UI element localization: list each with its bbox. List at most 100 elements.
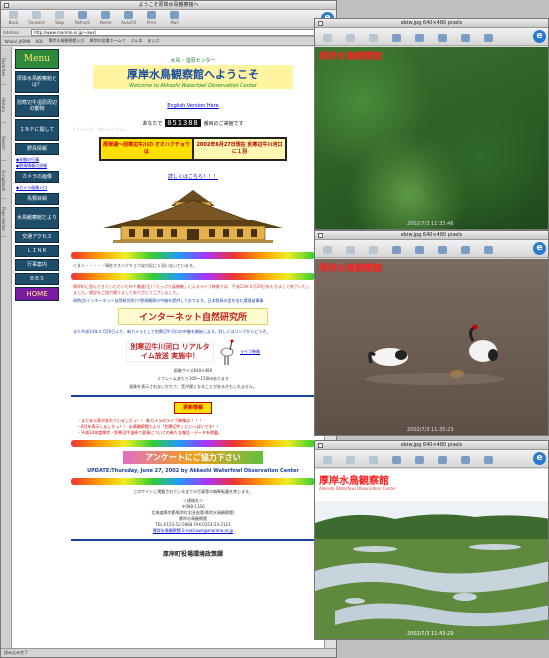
mail-button[interactable] bbox=[478, 456, 499, 465]
favorite-item[interactable]: 厚岸水鳥観察館入口 bbox=[48, 38, 84, 44]
favorite-item[interactable]: 厚岸町役場ホームペ bbox=[89, 38, 125, 44]
nav-events[interactable]: 行事案内 bbox=[15, 259, 59, 271]
close-button[interactable] bbox=[318, 21, 323, 26]
stop-icon bbox=[369, 34, 378, 42]
nav-ibp[interactable]: ＩＢＰに関して bbox=[15, 119, 59, 141]
nav-about[interactable]: 厚岸水鳥観察館とは？ bbox=[15, 71, 59, 93]
favorite-item[interactable]: AOL bbox=[35, 39, 43, 44]
survey-banner[interactable]: アンケートにご協力下さい bbox=[123, 451, 263, 464]
rainbow-divider bbox=[71, 252, 315, 259]
stop-button[interactable] bbox=[363, 456, 384, 465]
nav-access[interactable]: 交通アクセス bbox=[15, 231, 59, 243]
contact-email-link[interactable]: 厚岸水鳥観察館 E-mail:aws@marimo.or.jp bbox=[63, 528, 323, 534]
autofill-icon bbox=[438, 34, 447, 42]
home-button[interactable]: Home bbox=[95, 11, 116, 25]
back-arrow-icon bbox=[323, 246, 332, 254]
nav-bird-list[interactable]: 鳥類目録 bbox=[15, 193, 59, 205]
mail-button[interactable]: Mail bbox=[164, 11, 185, 25]
close-button[interactable] bbox=[4, 3, 9, 8]
nav-home[interactable]: HOME bbox=[15, 287, 59, 301]
forward-arrow-icon bbox=[346, 456, 355, 464]
refresh-button[interactable] bbox=[386, 246, 407, 255]
divider bbox=[71, 539, 315, 541]
nav-link[interactable]: ＬＩＮＫ bbox=[15, 245, 59, 257]
print-button[interactable]: Print bbox=[141, 11, 162, 25]
forward-button[interactable] bbox=[340, 246, 361, 255]
home-button[interactable] bbox=[409, 34, 430, 43]
live-video-link[interactable]: ライブ映像 bbox=[240, 349, 260, 355]
forward-button[interactable]: Forward bbox=[26, 11, 47, 25]
address-input[interactable]: http://www.marimo.or.jp/~aws/ bbox=[31, 28, 334, 36]
camera-timestamp: 2002/7/3 11:43:29 bbox=[407, 631, 454, 637]
back-button[interactable]: Back bbox=[3, 11, 24, 25]
nav-bbs[interactable]: ＢＢＳ bbox=[15, 273, 59, 285]
favorite-item[interactable]: ぶん本 bbox=[130, 38, 142, 44]
forward-button[interactable] bbox=[340, 34, 361, 43]
close-button[interactable] bbox=[318, 443, 323, 448]
page-content: Favorites History Search Scrapbook Page … bbox=[1, 47, 336, 650]
print-button[interactable] bbox=[455, 34, 476, 43]
status-marquee: ＜ｂ＞・・・・・現在オオハクチョウは付近に１羽いないています。 bbox=[73, 263, 197, 268]
side-tab-page-holder[interactable]: Page Holder bbox=[1, 199, 6, 237]
nature-lab-banner[interactable]: インターネット自然研究所 bbox=[118, 308, 268, 325]
stop-button[interactable] bbox=[363, 246, 384, 255]
mail-icon bbox=[484, 246, 493, 254]
main-column: Akkeshi Waterfowl 水鳥・湿原センター 厚岸水鳥観察館へようこそ… bbox=[63, 47, 323, 650]
mail-button[interactable] bbox=[478, 246, 499, 255]
autofill-button[interactable] bbox=[432, 456, 453, 465]
info-left: 厚岸湖～別寒辺牛川の オオハクチョウは bbox=[103, 142, 190, 155]
back-button[interactable] bbox=[317, 34, 338, 43]
nav-bird-info[interactable]: 野鳥情報 bbox=[15, 143, 59, 155]
favorite-item[interactable]: Yahoo! JAPAN bbox=[4, 39, 30, 44]
camera-image-cranes: 厚岸水鳥観察館 2002/7/3 11:35:23 bbox=[315, 259, 548, 435]
autofill-button[interactable] bbox=[432, 34, 453, 43]
stop-button[interactable] bbox=[363, 34, 384, 43]
home-icon bbox=[415, 456, 424, 464]
nav-sublinks: ◆カメラ画像入口 bbox=[16, 185, 58, 191]
home-button[interactable] bbox=[409, 246, 430, 255]
refresh-button[interactable]: Refresh bbox=[72, 11, 93, 25]
main-toolbar: Back Forward Stop Refresh Home AutoFill … bbox=[1, 10, 336, 28]
nav-sublink[interactable]: ◆カメラ画像入口 bbox=[16, 185, 58, 191]
print-button[interactable] bbox=[455, 246, 476, 255]
nav-menu-header: Menu bbox=[15, 49, 59, 69]
english-version-link[interactable]: English Version Here bbox=[167, 103, 218, 109]
stop-button[interactable]: Stop bbox=[49, 11, 70, 25]
autofill-button[interactable] bbox=[432, 246, 453, 255]
stop-icon bbox=[55, 11, 64, 19]
camera-title-bar: ebiw.jpg 640×480 pixels bbox=[315, 231, 548, 240]
side-tab-history[interactable]: History bbox=[1, 85, 6, 123]
nav-sublink[interactable]: ◆野鳥情報の詳細 bbox=[16, 163, 58, 169]
info-right: 2002年6月27日現在 別寒辺牛川河口に１羽 bbox=[192, 139, 285, 159]
favorite-item[interactable]: まいぷ bbox=[147, 38, 159, 44]
autofill-button[interactable]: AutoFill bbox=[118, 11, 139, 25]
frame-size-note: １フレームあたり100～150kbあります bbox=[156, 376, 229, 381]
forward-button[interactable] bbox=[340, 456, 361, 465]
mail-button[interactable] bbox=[478, 34, 499, 43]
refresh-button[interactable] bbox=[386, 34, 407, 43]
nav-newsletter[interactable]: 水鳥観察館だより bbox=[15, 207, 59, 229]
contact-block: ＜連絡先＞ 〒088-1100 北海道厚岸郡厚岸町太田宏陽(厚岸水鳥観察館) 厚… bbox=[63, 498, 323, 534]
nav-animals[interactable]: 別寒辺牛湿原周辺の動物 bbox=[15, 95, 59, 117]
swan-info-box: 厚岸湖～別寒辺牛川の オオハクチョウは 2002年6月27日現在 別寒辺牛川河口… bbox=[99, 137, 287, 161]
counter-prefix: あなたで bbox=[142, 120, 163, 127]
camera-timestamp: 2002/7/3 11:33:46 bbox=[407, 221, 454, 227]
printer-icon bbox=[461, 34, 470, 42]
back-button[interactable] bbox=[317, 456, 338, 465]
back-button[interactable] bbox=[317, 246, 338, 255]
side-tab-favorites[interactable]: Favorites bbox=[1, 47, 6, 85]
refresh-button[interactable] bbox=[386, 456, 407, 465]
page-subtitle: 水鳥・湿原センター bbox=[170, 58, 216, 64]
nav-camera[interactable]: カメラの画像 bbox=[15, 171, 59, 183]
live-broadcast-title[interactable]: 別寒辺牛川河口 リアルタイム放送 実施中！ bbox=[126, 342, 214, 362]
mail-icon bbox=[170, 11, 179, 19]
print-button[interactable] bbox=[455, 456, 476, 465]
home-icon bbox=[101, 11, 110, 19]
details-link[interactable]: 詳しくはこちら！！！ bbox=[168, 174, 218, 180]
home-button[interactable] bbox=[409, 456, 430, 465]
back-arrow-icon bbox=[9, 11, 18, 19]
side-tab-search[interactable]: Search bbox=[1, 123, 6, 161]
news-item[interactable]: ・平成14年度厚岸・別寒辺牛湿原で夏鳥についての新たな報告・データを掲載。 bbox=[77, 430, 309, 436]
side-tab-scrapbook[interactable]: Scrapbook bbox=[1, 161, 6, 199]
close-button[interactable] bbox=[318, 233, 323, 238]
